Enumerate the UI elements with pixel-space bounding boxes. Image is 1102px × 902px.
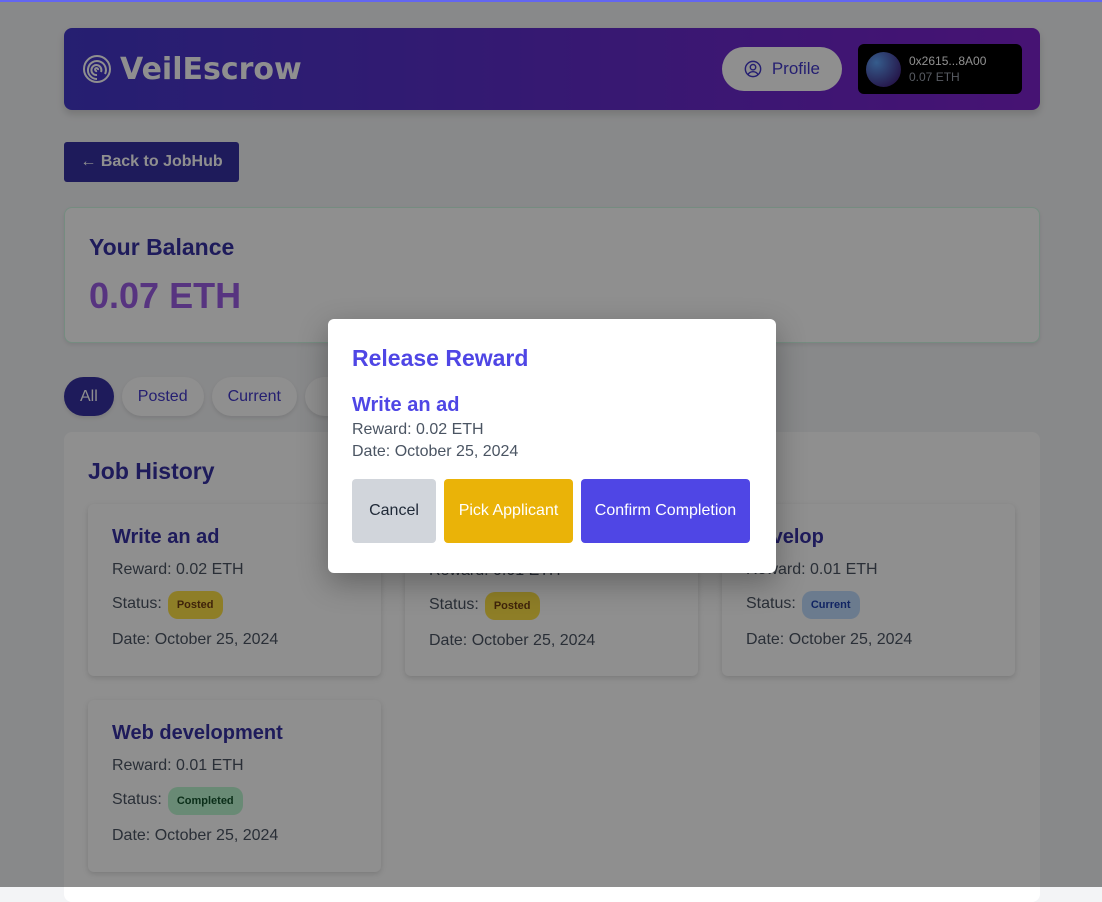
modal-reward: Reward: 0.02 ETH	[352, 421, 484, 438]
release-reward-modal: Release Reward Write an ad Reward: 0.02 …	[328, 319, 776, 573]
cancel-button[interactable]: Cancel	[352, 479, 436, 543]
confirm-completion-button[interactable]: Confirm Completion	[581, 479, 750, 543]
modal-title: Release Reward	[352, 345, 529, 371]
pick-applicant-button[interactable]: Pick Applicant	[444, 479, 573, 543]
modal-date: Date: October 25, 2024	[352, 443, 519, 460]
modal-job-title: Write an ad	[352, 394, 460, 416]
